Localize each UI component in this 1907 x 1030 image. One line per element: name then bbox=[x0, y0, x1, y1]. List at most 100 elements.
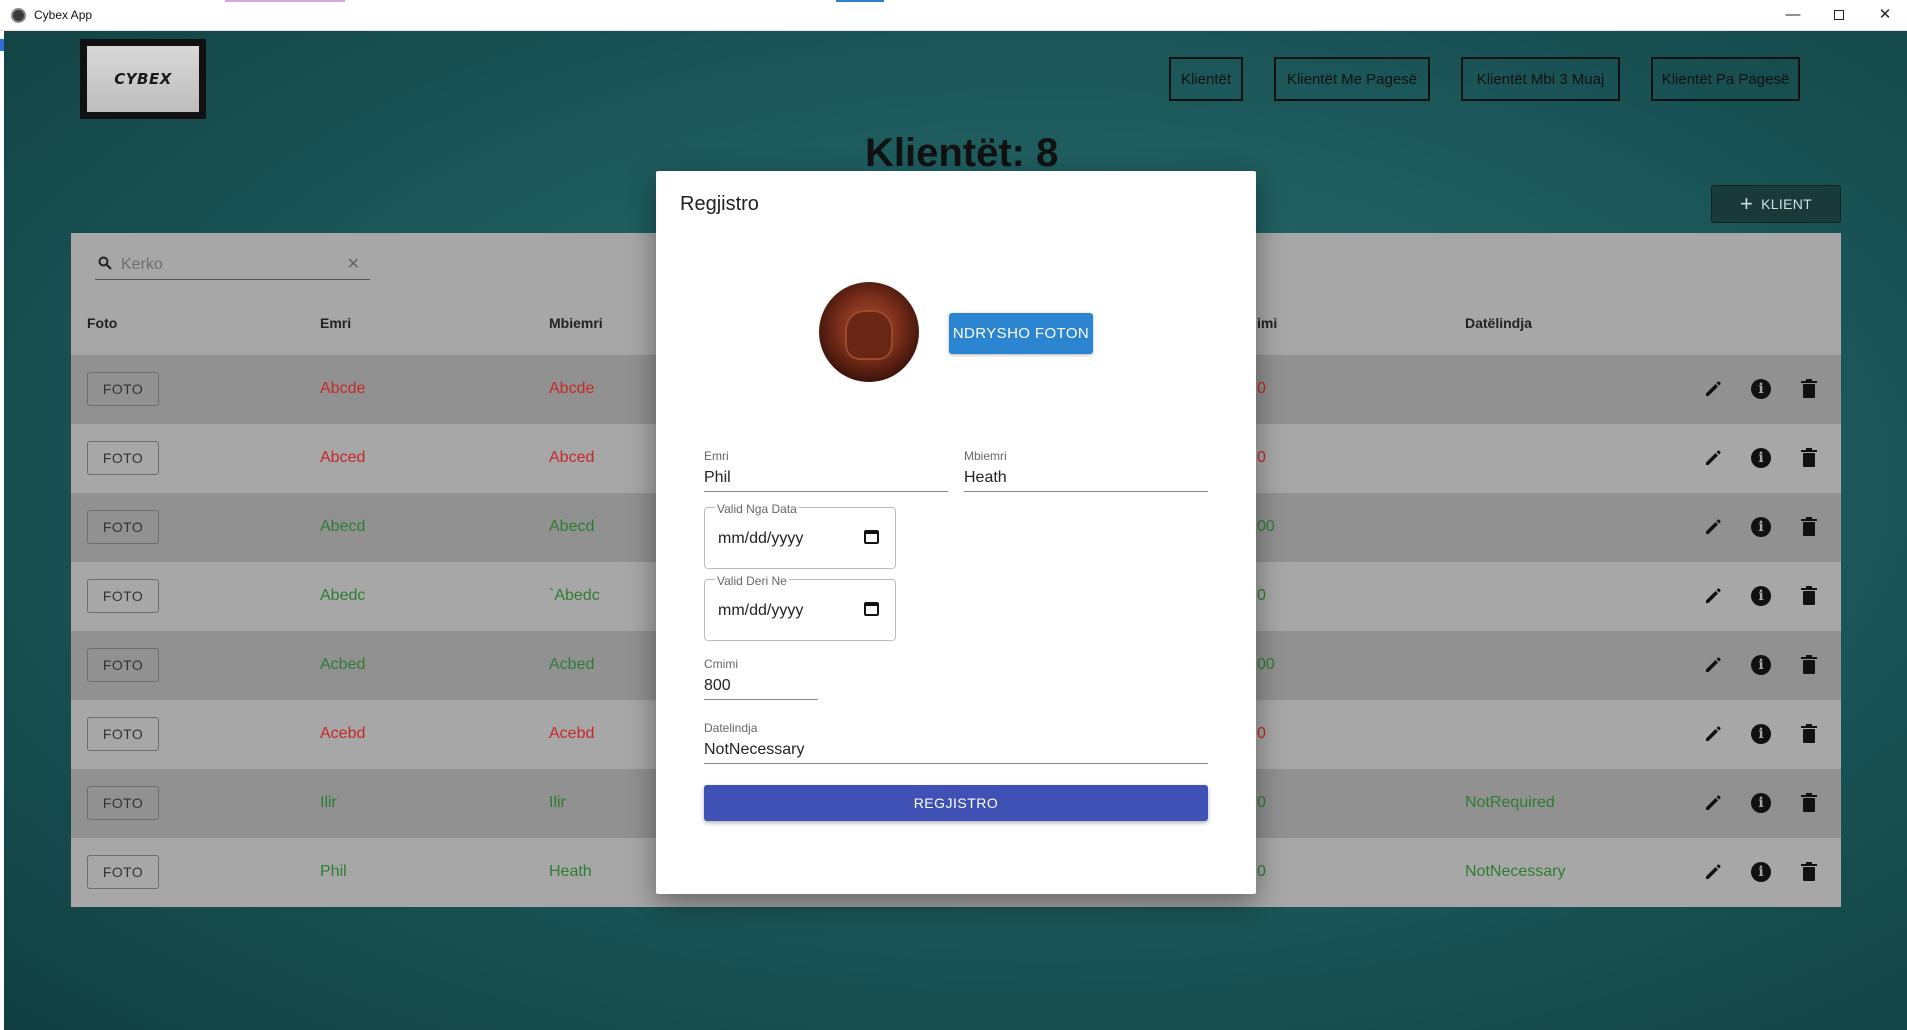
mbiemri-label: Mbiemri bbox=[964, 449, 1007, 463]
valid-from-label: Valid Nga Data bbox=[715, 502, 799, 516]
info-icon[interactable]: i bbox=[1748, 514, 1774, 540]
header-cmimi[interactable]: imi bbox=[1257, 315, 1277, 331]
page-title: Klientët: 8 bbox=[865, 131, 1059, 175]
edit-icon[interactable] bbox=[1700, 790, 1726, 816]
nav-klientet[interactable]: Klientët bbox=[1169, 57, 1243, 101]
add-client-button[interactable]: + KLIENT bbox=[1711, 185, 1841, 223]
search-icon bbox=[98, 256, 112, 274]
datelindja-label: Datelindja bbox=[704, 721, 758, 735]
cell-emri: Abcde bbox=[320, 380, 366, 397]
info-icon[interactable]: i bbox=[1748, 583, 1774, 609]
nav-klientet-mbi-3-muaj[interactable]: Klientët Mbi 3 Muaj bbox=[1461, 57, 1620, 101]
edit-icon[interactable] bbox=[1700, 721, 1726, 747]
foto-button[interactable]: FOTO bbox=[87, 648, 159, 682]
calendar-icon[interactable] bbox=[864, 530, 879, 544]
valid-from-value: mm/dd/yyyy bbox=[718, 530, 804, 547]
foto-button[interactable]: FOTO bbox=[87, 441, 159, 475]
cell-emri: Abedc bbox=[320, 587, 366, 604]
clear-search-icon[interactable]: ✕ bbox=[347, 254, 360, 274]
cell-cmimi: 0 bbox=[1257, 863, 1266, 880]
cell-cmimi: 0 bbox=[1257, 449, 1266, 466]
titlebar-accent bbox=[836, 0, 884, 2]
cmimi-field[interactable] bbox=[704, 672, 818, 700]
valid-from-field[interactable]: Valid Nga Data mm/dd/yyyy bbox=[704, 502, 896, 569]
cell-cmimi: 00 bbox=[1257, 518, 1275, 535]
info-icon[interactable]: i bbox=[1748, 790, 1774, 816]
cell-mbiemri: Acebd bbox=[549, 725, 595, 742]
emri-field[interactable] bbox=[704, 464, 948, 492]
cell-cmimi: 00 bbox=[1257, 656, 1275, 673]
app-area: CYBEX Klientët Klientët Me Pagesë Klient… bbox=[0, 31, 1907, 1030]
delete-icon[interactable] bbox=[1796, 583, 1822, 609]
cell-mbiemri: Abecd bbox=[549, 518, 595, 535]
cell-emri: Acebd bbox=[320, 725, 366, 742]
foto-button[interactable]: FOTO bbox=[87, 855, 159, 889]
valid-to-field[interactable]: Valid Deri Ne mm/dd/yyyy bbox=[704, 574, 896, 641]
nav-klientet-pa-pagese[interactable]: Klientët Pa Pagesë bbox=[1651, 57, 1800, 101]
cell-emri: Abecd bbox=[320, 518, 366, 535]
register-dialog: Regjistro NDRYSHO FOTON Emri Mbiemri Val… bbox=[656, 171, 1256, 894]
cybex-logo: CYBEX bbox=[80, 39, 206, 119]
header-foto[interactable]: Foto bbox=[87, 315, 117, 331]
dialog-title: Regjistro bbox=[680, 193, 759, 215]
change-photo-button[interactable]: NDRYSHO FOTON bbox=[949, 313, 1093, 354]
delete-icon[interactable] bbox=[1796, 376, 1822, 402]
delete-icon[interactable] bbox=[1796, 859, 1822, 885]
cell-emri: Phil bbox=[320, 863, 347, 880]
cell-cmimi: 0 bbox=[1257, 380, 1266, 397]
maximize-button[interactable] bbox=[1819, 4, 1859, 28]
delete-icon[interactable] bbox=[1796, 790, 1822, 816]
mbiemri-field[interactable] bbox=[964, 464, 1208, 492]
edit-icon[interactable] bbox=[1700, 652, 1726, 678]
nav-klientet-me-pagese[interactable]: Klientët Me Pagesë bbox=[1274, 57, 1430, 101]
foto-button[interactable]: FOTO bbox=[87, 579, 159, 613]
edit-icon[interactable] bbox=[1700, 445, 1726, 471]
cell-mbiemri: Ilir bbox=[549, 794, 566, 811]
cell-cmimi: 0 bbox=[1257, 725, 1266, 742]
info-icon[interactable]: i bbox=[1748, 376, 1774, 402]
search-bar: ✕ bbox=[95, 250, 370, 280]
delete-icon[interactable] bbox=[1796, 445, 1822, 471]
edit-icon[interactable] bbox=[1700, 583, 1726, 609]
register-submit-button[interactable]: REGJISTRO bbox=[704, 785, 1208, 821]
foto-button[interactable]: FOTO bbox=[87, 717, 159, 751]
header-mbiemri[interactable]: Mbiemri bbox=[549, 315, 603, 331]
header-datelindja[interactable]: Datëlindja bbox=[1465, 315, 1532, 331]
calendar-icon[interactable] bbox=[864, 602, 879, 616]
foto-button[interactable]: FOTO bbox=[87, 372, 159, 406]
search-input[interactable] bbox=[121, 254, 331, 276]
info-icon[interactable]: i bbox=[1748, 652, 1774, 678]
edit-icon[interactable] bbox=[1700, 859, 1726, 885]
info-icon[interactable]: i bbox=[1748, 445, 1774, 471]
cell-mbiemri: Abcde bbox=[549, 380, 595, 397]
foto-button[interactable]: FOTO bbox=[87, 510, 159, 544]
valid-to-label: Valid Deri Ne bbox=[715, 574, 789, 588]
app-icon bbox=[11, 8, 26, 23]
add-client-label: KLIENT bbox=[1761, 196, 1812, 212]
datelindja-field[interactable] bbox=[704, 736, 1208, 764]
cell-cmimi: 0 bbox=[1257, 794, 1266, 811]
logo-text: CYBEX bbox=[114, 70, 172, 88]
cell-emri: Ilir bbox=[320, 794, 337, 811]
client-photo bbox=[819, 282, 919, 382]
cell-datelindja: NotRequired bbox=[1465, 794, 1555, 811]
edit-icon[interactable] bbox=[1700, 514, 1726, 540]
cell-cmimi: 0 bbox=[1257, 587, 1266, 604]
header-emri[interactable]: Emri bbox=[320, 315, 351, 331]
left-edge-accent bbox=[0, 39, 4, 51]
info-icon[interactable]: i bbox=[1748, 859, 1774, 885]
foto-button[interactable]: FOTO bbox=[87, 786, 159, 820]
window-titlebar: Cybex App — ✕ bbox=[0, 0, 1907, 31]
cell-datelindja: NotNecessary bbox=[1465, 863, 1566, 880]
info-icon[interactable]: i bbox=[1748, 721, 1774, 747]
cmimi-label: Cmimi bbox=[704, 657, 738, 671]
edit-icon[interactable] bbox=[1700, 376, 1726, 402]
delete-icon[interactable] bbox=[1796, 514, 1822, 540]
delete-icon[interactable] bbox=[1796, 652, 1822, 678]
minimize-button[interactable]: — bbox=[1773, 4, 1813, 28]
delete-icon[interactable] bbox=[1796, 721, 1822, 747]
cell-mbiemri: Heath bbox=[549, 863, 592, 880]
window-title: Cybex App bbox=[34, 8, 93, 22]
cell-mbiemri: Abced bbox=[549, 449, 595, 466]
close-button[interactable]: ✕ bbox=[1865, 4, 1905, 28]
